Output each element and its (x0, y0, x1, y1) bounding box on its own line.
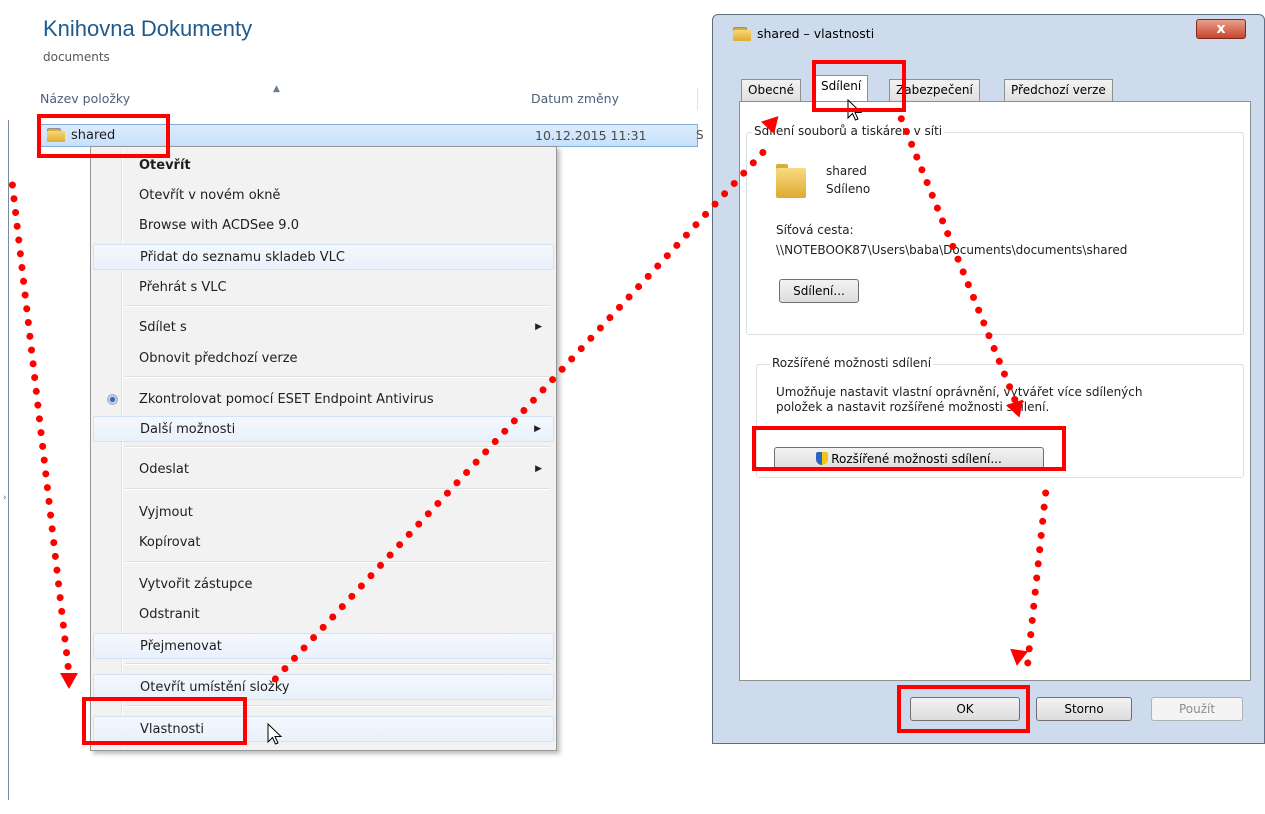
menu-separator (125, 663, 550, 665)
shared-folder-status: Sdíleno (826, 182, 871, 196)
network-path-label: Síťová cesta: (776, 223, 854, 237)
column-divider[interactable] (697, 88, 698, 110)
library-subtitle: documents (43, 50, 110, 64)
share-button[interactable]: Sdílení... (779, 279, 859, 303)
submenu-arrow-icon: ▶ (534, 424, 541, 434)
annotation-arrowhead (1007, 648, 1029, 668)
menu-item-more-options[interactable]: Další možnosti ▶ (93, 416, 554, 442)
dialog-title: shared – vlastnosti (757, 26, 875, 41)
highlight-ok-button (897, 685, 1030, 733)
menu-item-restore-versions[interactable]: Obnovit předchozí verze (93, 346, 554, 372)
sharing-panel: Sdílení souborů a tiskáren v síti shared… (739, 101, 1251, 681)
highlight-advanced-button (752, 426, 1066, 471)
menu-item-create-shortcut[interactable]: Vytvořit zástupce (93, 572, 554, 598)
folder-icon (733, 27, 751, 41)
file-date: 10.12.2015 11:31 (535, 128, 647, 143)
navigation-pane-border (8, 120, 9, 800)
menu-separator (125, 561, 550, 563)
sort-ascending-icon: ▲ (273, 84, 280, 94)
shared-folder-name: shared (826, 164, 867, 178)
menu-item-rename[interactable]: Přejmenovat (93, 633, 554, 659)
annotation-arrowhead (60, 673, 78, 689)
submenu-arrow-icon: ▶ (535, 464, 542, 474)
column-header-date[interactable]: Datum změny (531, 91, 619, 106)
menu-item-acdsee[interactable]: Browse with ACDSee 9.0 (93, 213, 554, 239)
menu-item-vlc-play[interactable]: Přehrát s VLC (93, 275, 554, 301)
menu-item-copy[interactable]: Kopírovat (93, 530, 554, 556)
menu-item-share-with[interactable]: Sdílet s ▶ (93, 315, 554, 341)
highlight-shared-folder (37, 114, 170, 158)
menu-item-eset-scan[interactable]: Zkontrolovat pomocí ESET Endpoint Antivi… (93, 387, 554, 413)
mouse-cursor-icon (267, 723, 283, 745)
menu-item-vlc-playlist[interactable]: Přidat do seznamu skladeb VLC (93, 244, 554, 270)
menu-item-send-to[interactable]: Odeslat ▶ (93, 457, 554, 483)
tab-previous-versions[interactable]: Předchozí verze (1004, 79, 1113, 101)
close-button[interactable]: x (1196, 19, 1246, 39)
tab-general[interactable]: Obecné (741, 79, 802, 101)
advanced-description-line1: Umožňuje nastavit vlastní oprávnění, vyt… (776, 385, 1143, 399)
file-extra: S (696, 128, 704, 142)
menu-item-cut[interactable]: Vyjmout (93, 500, 554, 526)
menu-item-open-new-window[interactable]: Otevřít v novém okně (93, 183, 554, 209)
menu-separator (125, 376, 550, 378)
column-header-name[interactable]: Název položky (40, 91, 130, 106)
library-title: Knihovna Dokumenty (43, 16, 253, 41)
cancel-button[interactable]: Storno (1036, 697, 1132, 721)
advanced-sharing-label: Rozšířené možnosti sdílení (770, 356, 934, 370)
properties-dialog: shared – vlastnosti x Obecné Sdílení Zab… (712, 14, 1265, 744)
highlight-properties-item (82, 697, 247, 745)
apply-button[interactable]: Použít (1151, 697, 1243, 721)
shared-folder-icon (776, 164, 806, 198)
eset-icon (107, 394, 118, 405)
menu-separator (125, 305, 550, 307)
menu-separator (125, 488, 550, 490)
submenu-arrow-icon: ▶ (535, 322, 542, 332)
highlight-sharing-tab (812, 60, 906, 112)
expand-arrow-icon[interactable]: › (3, 493, 7, 503)
